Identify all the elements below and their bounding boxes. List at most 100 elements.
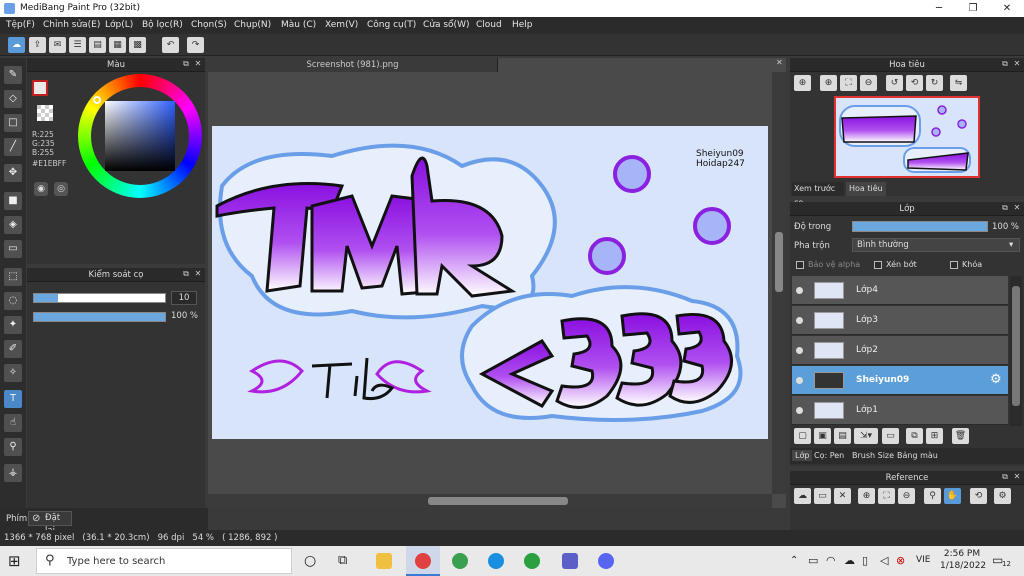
blend-mode-select[interactable]: Bình thường ▾ — [852, 238, 1020, 252]
tab-brush[interactable]: Cọ: Pen — [814, 451, 844, 460]
move-icon[interactable]: ✥ — [4, 164, 22, 182]
eraser-icon[interactable]: ◇ — [4, 90, 22, 108]
brush-opacity-slider[interactable] — [33, 312, 166, 322]
saturation-square[interactable] — [105, 101, 175, 171]
tab-navigator[interactable]: Hoa tiêu — [846, 182, 886, 196]
undo-icon[interactable]: ↶ — [162, 37, 179, 53]
navigator-preview[interactable] — [834, 96, 980, 178]
new-8bit-layer-icon[interactable]: ▤ — [834, 428, 851, 444]
cloud-sync-icon[interactable]: ☁ — [844, 554, 855, 567]
layer-opacity-slider[interactable] — [852, 221, 988, 232]
layer-row[interactable]: Lớp1 — [792, 396, 1008, 425]
trash-icon[interactable]: 🗑 — [952, 428, 969, 444]
new-halftone-layer-icon[interactable]: ▣ — [814, 428, 831, 444]
gear-icon[interactable]: ⚙ — [990, 372, 1002, 387]
text-icon[interactable]: T — [4, 390, 22, 408]
layer-row-selected[interactable]: Sheiyun09 ⚙ — [792, 366, 1008, 395]
hand-icon[interactable]: ✋ — [944, 488, 961, 504]
app-icon-green[interactable] — [452, 553, 468, 569]
cloud-upload-icon[interactable]: ☁ — [794, 488, 811, 504]
tab-palette[interactable]: Bảng màu — [897, 451, 938, 460]
zoom-in-icon[interactable]: ⊕ — [858, 488, 875, 504]
hue-marker[interactable] — [93, 96, 101, 104]
document-tab[interactable]: Screenshot (981).png — [208, 58, 498, 72]
panel-close-icon[interactable]: ✕ — [193, 59, 203, 69]
layer-row[interactable]: Lớp3 — [792, 306, 1008, 335]
keys-tab[interactable]: Phím — [6, 514, 27, 524]
cortana-icon[interactable]: ○ — [304, 553, 316, 569]
eyedropper-icon[interactable]: ⚲ — [4, 438, 22, 456]
menu-capture[interactable]: Chụp(N) — [234, 20, 271, 30]
network-icon[interactable]: ▭ — [808, 554, 818, 567]
speaker-icon[interactable]: ◁ — [880, 554, 888, 567]
add-layer-menu-icon[interactable]: ⇲▾ — [854, 428, 878, 444]
horizontal-scrollbar[interactable] — [208, 494, 772, 508]
fit-window-icon[interactable]: ⛶ — [840, 75, 857, 91]
menu-view[interactable]: Xem(V) — [325, 20, 358, 30]
select-icon[interactable]: ⬚ — [4, 268, 22, 286]
secondary-color-swatch[interactable] — [37, 105, 53, 121]
zoom-in-icon[interactable]: ⊕ — [794, 75, 811, 91]
zoom-out-icon[interactable]: ⊖ — [898, 488, 915, 504]
skype-icon[interactable] — [488, 553, 504, 569]
layer-scroll-thumb[interactable] — [1012, 286, 1020, 406]
search-box[interactable]: ⚲ Type here to search — [36, 548, 292, 574]
maximize-button[interactable]: ❐ — [956, 0, 990, 17]
eyedropper-icon[interactable]: ⚲ — [924, 488, 941, 504]
float-icon[interactable]: ⧉ — [181, 269, 191, 279]
menu-tools[interactable]: Công cụ(T) — [367, 20, 416, 30]
chat-icon[interactable]: ☰ — [69, 37, 86, 53]
task-view-icon[interactable]: ⧉ — [338, 553, 347, 568]
vertical-scrollbar[interactable] — [772, 72, 786, 494]
menu-select[interactable]: Chọn(S) — [191, 20, 227, 30]
chevron-up-icon[interactable]: ⌃ — [790, 555, 798, 566]
palette-alt-icon[interactable]: ◎ — [54, 182, 68, 196]
brush-size-slider[interactable] — [33, 293, 166, 303]
select-pen-icon[interactable]: ✐ — [4, 340, 22, 358]
primary-color-swatch[interactable] — [32, 80, 48, 96]
visibility-icon[interactable] — [796, 377, 803, 384]
wifi-icon[interactable]: ◠ — [826, 554, 836, 567]
file-explorer-icon[interactable] — [376, 553, 392, 569]
lock-option[interactable]: Khóa — [950, 260, 982, 269]
tiles-icon[interactable]: ▩ — [129, 37, 146, 53]
document-close-icon[interactable]: ✕ — [776, 58, 786, 72]
folder-icon[interactable]: ▭ — [882, 428, 899, 444]
tab-brush-size[interactable]: Brush Size — [852, 451, 894, 460]
flip-icon[interactable]: ⇋ — [950, 75, 967, 91]
zoom-out-icon[interactable]: ⊖ — [860, 75, 877, 91]
float-icon[interactable]: ⧉ — [1000, 203, 1010, 213]
clock-time[interactable]: 2:56 PM — [942, 549, 982, 559]
hue-wheel[interactable] — [78, 74, 202, 198]
line-icon[interactable]: ╱ — [4, 138, 22, 156]
minimize-button[interactable]: ─ — [922, 0, 956, 17]
page-icon[interactable]: ▤ — [89, 37, 106, 53]
operation-icon[interactable]: ☝ — [4, 414, 22, 432]
new-layer-icon[interactable]: ▢ — [794, 428, 811, 444]
merge-layer-icon[interactable]: ⊞ — [926, 428, 943, 444]
visibility-icon[interactable] — [796, 347, 803, 354]
duplicate-layer-icon[interactable]: ⧉ — [906, 428, 923, 444]
document-canvas[interactable]: Sheiyun09 Hoidap247 — [212, 126, 768, 439]
menu-window[interactable]: Cửa sổ(W) — [423, 20, 469, 30]
fill-icon[interactable]: ■ — [4, 192, 22, 210]
close-button[interactable]: ✕ — [990, 0, 1024, 17]
antivirus-icon[interactable]: ⊗ — [896, 554, 905, 567]
tab-brush-preview[interactable]: Xem trước cọ — [792, 182, 844, 207]
language-indicator[interactable]: VIE — [916, 555, 931, 565]
windows-start-icon[interactable]: ⊞ — [8, 553, 24, 569]
horizontal-scroll-thumb[interactable] — [428, 497, 568, 505]
discord-icon[interactable] — [598, 553, 614, 569]
bucket-icon[interactable]: ◈ — [4, 216, 22, 234]
visibility-icon[interactable] — [796, 317, 803, 324]
layer-row[interactable]: Lớp4 — [792, 276, 1008, 305]
brush-icon[interactable]: ✎ — [4, 66, 22, 84]
vertical-scroll-thumb[interactable] — [775, 232, 783, 292]
redo-icon[interactable]: ↷ — [187, 37, 204, 53]
palette-icon[interactable]: ◉ — [34, 182, 48, 196]
float-icon[interactable]: ⧉ — [1000, 59, 1010, 69]
menu-cloud[interactable]: Cloud — [476, 20, 502, 30]
zoom-fit-icon[interactable]: ⊕ — [820, 75, 837, 91]
teams-icon[interactable] — [562, 553, 578, 569]
float-icon[interactable]: ⧉ — [1000, 472, 1010, 482]
